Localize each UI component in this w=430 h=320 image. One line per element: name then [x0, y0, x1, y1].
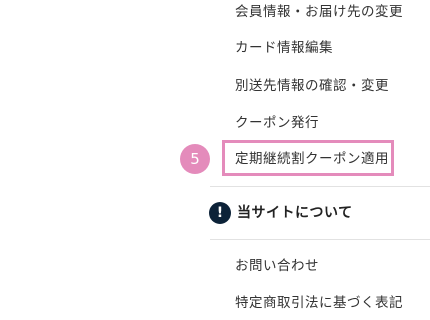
section-title-about: 当サイトについて	[237, 205, 353, 221]
menu-item-coupon-issue[interactable]: クーポン発行	[235, 114, 319, 132]
exclamation-icon: !	[209, 202, 231, 224]
menu-item-commerce-law[interactable]: 特定商取引法に基づく表記	[235, 294, 403, 312]
divider	[210, 239, 430, 240]
menu-item-subscription-coupon[interactable]: 定期継続割クーポン適用	[235, 150, 389, 168]
step-badge: 5	[180, 144, 210, 174]
menu-item-contact[interactable]: お問い合わせ	[235, 257, 319, 275]
divider	[210, 186, 430, 187]
menu-item-card-edit[interactable]: カード情報編集	[235, 39, 333, 57]
menu-item-separate-shipping[interactable]: 別送先情報の確認・変更	[235, 77, 389, 95]
menu-item-member-info[interactable]: 会員情報・お届け先の変更	[235, 3, 403, 21]
